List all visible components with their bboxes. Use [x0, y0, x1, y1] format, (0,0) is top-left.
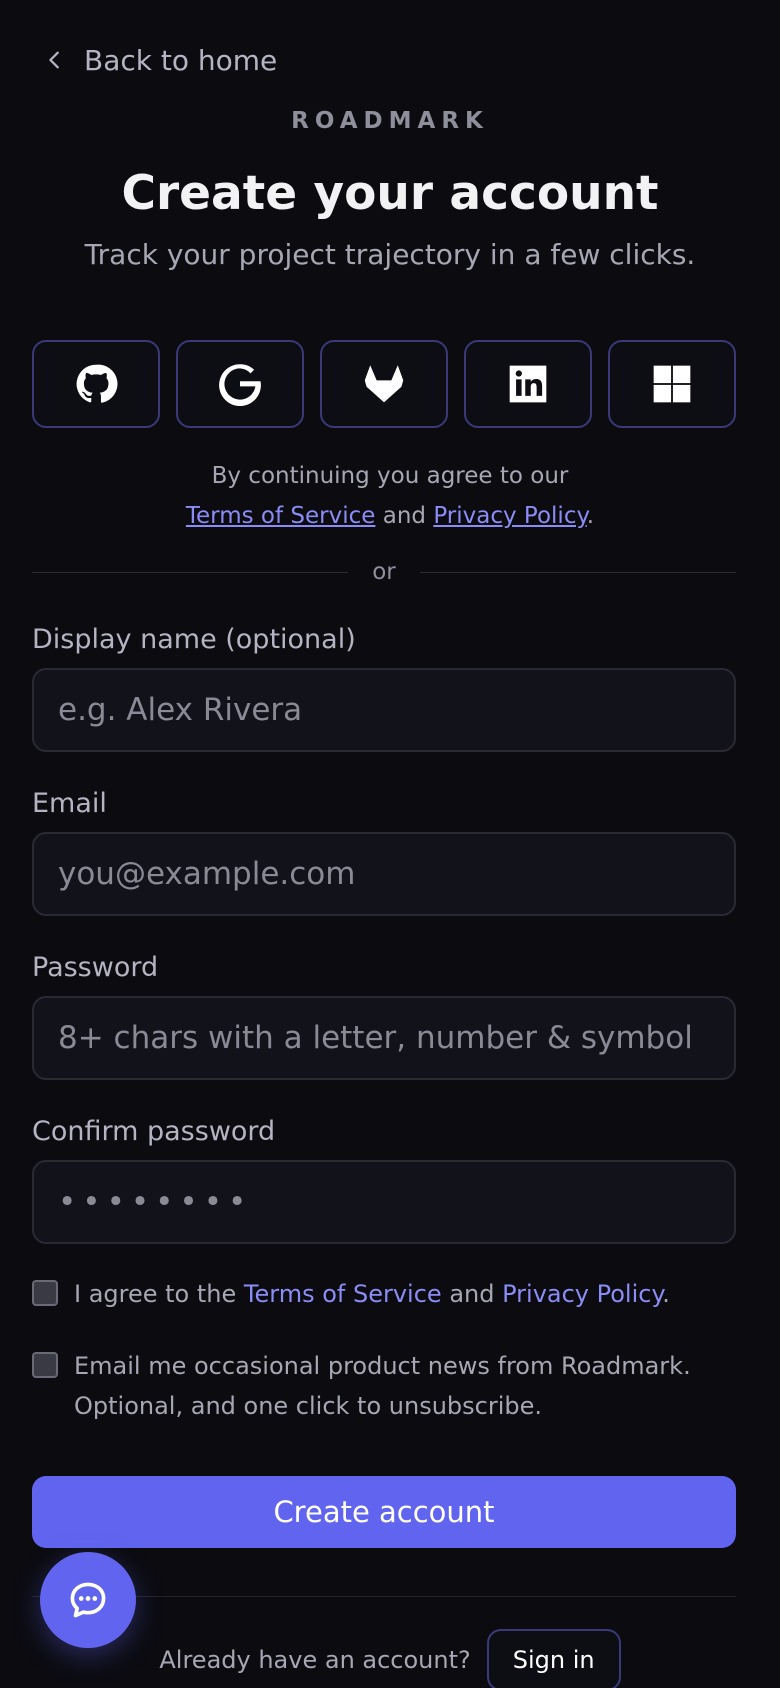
agree-period: . [662, 1280, 670, 1308]
chat-button[interactable] [40, 1552, 136, 1648]
divider-label: or [372, 559, 396, 585]
chevron-left-icon [49, 51, 59, 69]
github-icon [76, 364, 118, 403]
linkedin-login-button[interactable] [464, 340, 592, 428]
newsletter-checkbox[interactable] [32, 1352, 58, 1378]
agree-privacy-link[interactable]: Privacy Policy [502, 1280, 662, 1308]
gitlab-icon [364, 365, 404, 403]
signup-page: Back to home ROADMARK Create your accoun… [0, 0, 780, 1688]
display-name-label: Display name (optional) [32, 624, 356, 655]
page-title: Create your account [121, 166, 659, 221]
password-label: Password [32, 952, 159, 983]
newsletter-line1: Email me occasional product news from Ro… [74, 1352, 691, 1380]
privacy-link[interactable]: Privacy Policy [433, 503, 586, 529]
consent-text: By continuing you agree to our Terms of … [0, 456, 780, 536]
consent-line: By continuing you agree to our [211, 463, 569, 489]
password-input[interactable] [32, 996, 736, 1080]
signin-row: Already have an account? Sign in [0, 1629, 780, 1688]
agree-terms-link[interactable]: Terms of Service [244, 1280, 442, 1308]
newsletter-text: Email me occasional product news from Ro… [74, 1346, 691, 1426]
newsletter-row: Email me occasional product news from Ro… [32, 1346, 736, 1426]
email-input[interactable] [32, 832, 736, 916]
brand-logo: ROADMARK [291, 108, 489, 134]
google-icon [219, 364, 261, 406]
consent-and: and [382, 503, 427, 529]
newsletter-line2: Optional, and one click to unsubscribe. [74, 1392, 543, 1420]
microsoft-icon [653, 365, 691, 403]
agree-terms-text: I agree to the Terms of Service and Priv… [74, 1274, 670, 1314]
linkedin-icon [509, 365, 547, 403]
google-login-button[interactable] [176, 340, 304, 428]
microsoft-login-button[interactable] [608, 340, 736, 428]
github-login-button[interactable] [32, 340, 160, 428]
gitlab-login-button[interactable] [320, 340, 448, 428]
agree-prefix: I agree to the [74, 1280, 237, 1308]
divider-line-left [32, 571, 349, 573]
confirm-password-input[interactable] [32, 1160, 736, 1244]
agree-terms-row: I agree to the Terms of Service and Priv… [32, 1274, 736, 1314]
page-subtitle: Track your project trajectory in a few c… [84, 238, 696, 271]
create-account-button[interactable]: Create account [32, 1476, 736, 1548]
sign-in-button[interactable]: Sign in [486, 1629, 621, 1688]
back-link[interactable]: Back to home [44, 40, 277, 80]
divider-line-right [419, 571, 736, 573]
signin-prompt: Already have an account? [159, 1646, 471, 1674]
email-label: Email [32, 788, 107, 819]
footer-divider [32, 1596, 736, 1597]
or-divider: or [32, 556, 736, 588]
terms-link[interactable]: Terms of Service [186, 503, 376, 529]
agree-and: and [449, 1280, 495, 1308]
consent-period: . [586, 503, 595, 529]
confirm-password-label: Confirm password [32, 1116, 276, 1147]
chat-bubble-icon [70, 1582, 106, 1618]
display-name-input[interactable] [32, 668, 736, 752]
agree-terms-checkbox[interactable] [32, 1280, 58, 1306]
social-login-group [32, 340, 736, 428]
back-label: Back to home [84, 43, 278, 77]
